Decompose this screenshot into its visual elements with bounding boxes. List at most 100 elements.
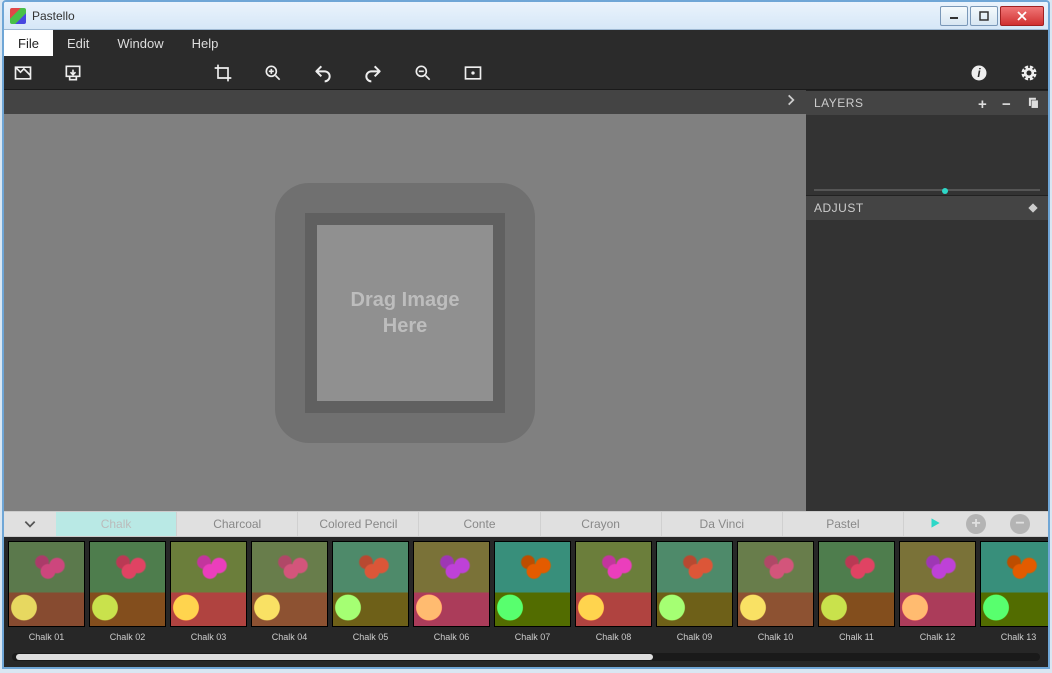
style-tab-crayon[interactable]: Crayon (541, 512, 662, 536)
preset-label: Chalk 04 (272, 627, 308, 647)
preset-item[interactable]: Chalk 11 (818, 541, 895, 653)
main-area: Drag Image Here LAYERS + − (4, 90, 1048, 511)
style-tab-conte[interactable]: Conte (419, 512, 540, 536)
preset-label: Chalk 10 (758, 627, 794, 647)
info-button[interactable]: i (968, 62, 990, 84)
drop-text-1: Drag Image (351, 287, 460, 313)
preset-label: Chalk 06 (434, 627, 470, 647)
adjust-header: ADJUST (806, 196, 1048, 220)
preset-item[interactable]: Chalk 09 (656, 541, 733, 653)
undo-button[interactable] (312, 62, 334, 84)
menu-help[interactable]: Help (178, 30, 233, 56)
preset-label: Chalk 05 (353, 627, 389, 647)
opacity-slider-handle[interactable] (942, 188, 948, 194)
duplicate-layer-button[interactable] (1026, 96, 1040, 110)
preset-thumbnail (737, 541, 814, 627)
preset-item[interactable]: Chalk 04 (251, 541, 328, 653)
style-tab-davinci[interactable]: Da Vinci (662, 512, 783, 536)
play-button[interactable] (928, 516, 942, 533)
menu-window[interactable]: Window (103, 30, 177, 56)
preset-thumbnail (8, 541, 85, 627)
window-title: Pastello (32, 9, 940, 23)
style-tab-colored-pencil[interactable]: Colored Pencil (298, 512, 419, 536)
adjust-options-button[interactable] (1026, 201, 1040, 215)
add-layer-button[interactable]: + (978, 96, 992, 110)
canvas-column: Drag Image Here (4, 90, 806, 511)
preset-item[interactable]: Chalk 12 (899, 541, 976, 653)
add-preset-button[interactable]: + (966, 514, 986, 534)
toolbar: i (4, 56, 1048, 90)
style-tab-actions: + − (904, 512, 1048, 536)
preset-thumbnail (413, 541, 490, 627)
preset-item[interactable]: Chalk 08 (575, 541, 652, 653)
preset-label: Chalk 11 (839, 627, 874, 647)
redo-button[interactable] (362, 62, 384, 84)
collapse-panel-icon[interactable] (784, 93, 798, 112)
preset-item[interactable]: Chalk 10 (737, 541, 814, 653)
preset-scroll-thumb[interactable] (16, 654, 653, 660)
minimize-button[interactable] (940, 6, 968, 26)
zoom-out-button[interactable] (412, 62, 434, 84)
window-controls (940, 6, 1044, 26)
crop-button[interactable] (212, 62, 234, 84)
adjust-body (806, 220, 1048, 511)
style-tabs: Chalk Charcoal Colored Pencil Conte Cray… (4, 511, 1048, 537)
presets-strip: Chalk 01 Chalk 02 Chalk 03 Chalk 04 Chalk 05… (4, 537, 1048, 667)
close-button[interactable] (1000, 6, 1044, 26)
preset-thumbnail (494, 541, 571, 627)
canvas[interactable]: Drag Image Here (4, 114, 806, 511)
app-icon (10, 8, 26, 24)
drop-inner: Drag Image Here (305, 213, 505, 413)
preset-label: Chalk 12 (920, 627, 956, 647)
style-dropdown-button[interactable] (4, 512, 56, 536)
opacity-slider-track[interactable] (814, 189, 1040, 191)
style-tab-chalk[interactable]: Chalk (56, 512, 177, 536)
preset-thumbnail (575, 541, 652, 627)
layers-panel: LAYERS + − (806, 90, 1048, 195)
preset-item[interactable]: Chalk 06 (413, 541, 490, 653)
titlebar: Pastello (4, 2, 1048, 30)
menu-file[interactable]: File (4, 30, 53, 56)
canvas-header (4, 90, 806, 114)
preset-thumbnail (332, 541, 409, 627)
adjust-title: ADJUST (814, 201, 1026, 215)
layers-header: LAYERS + − (806, 91, 1048, 115)
save-image-button[interactable] (62, 62, 84, 84)
preset-label: Chalk 02 (110, 627, 146, 647)
menu-edit[interactable]: Edit (53, 30, 103, 56)
preset-thumbnail (980, 541, 1048, 627)
preset-thumbnail (656, 541, 733, 627)
menubar: File Edit Window Help (4, 30, 1048, 56)
fit-screen-button[interactable] (462, 62, 484, 84)
style-tab-charcoal[interactable]: Charcoal (177, 512, 298, 536)
preset-scrollbar (4, 653, 1048, 667)
layers-title: LAYERS (814, 96, 978, 110)
side-panel: LAYERS + − ADJUST (806, 90, 1048, 511)
remove-layer-button[interactable]: − (1002, 96, 1016, 110)
preset-item[interactable]: Chalk 02 (89, 541, 166, 653)
preset-item[interactable]: Chalk 05 (332, 541, 409, 653)
zoom-in-button[interactable] (262, 62, 284, 84)
preset-label: Chalk 13 (1001, 627, 1037, 647)
preset-item[interactable]: Chalk 07 (494, 541, 571, 653)
remove-preset-button[interactable]: − (1010, 514, 1030, 534)
preset-thumbnail (899, 541, 976, 627)
preset-thumbnail (89, 541, 166, 627)
preset-label: Chalk 09 (677, 627, 713, 647)
maximize-button[interactable] (970, 6, 998, 26)
settings-button[interactable] (1018, 62, 1040, 84)
preset-thumbnail (170, 541, 247, 627)
style-tab-pastel[interactable]: Pastel (783, 512, 904, 536)
preset-thumbnail (818, 541, 895, 627)
drop-target[interactable]: Drag Image Here (275, 183, 535, 443)
app-window: Pastello File Edit Window Help i (2, 0, 1050, 669)
layers-body (806, 115, 1048, 195)
preset-label: Chalk 01 (29, 627, 65, 647)
preset-item[interactable]: Chalk 13 (980, 541, 1048, 653)
open-image-button[interactable] (12, 62, 34, 84)
preset-thumbnail (251, 541, 328, 627)
preset-label: Chalk 08 (596, 627, 632, 647)
preset-item[interactable]: Chalk 03 (170, 541, 247, 653)
preset-scroll-track[interactable] (12, 653, 1040, 661)
preset-item[interactable]: Chalk 01 (8, 541, 85, 653)
